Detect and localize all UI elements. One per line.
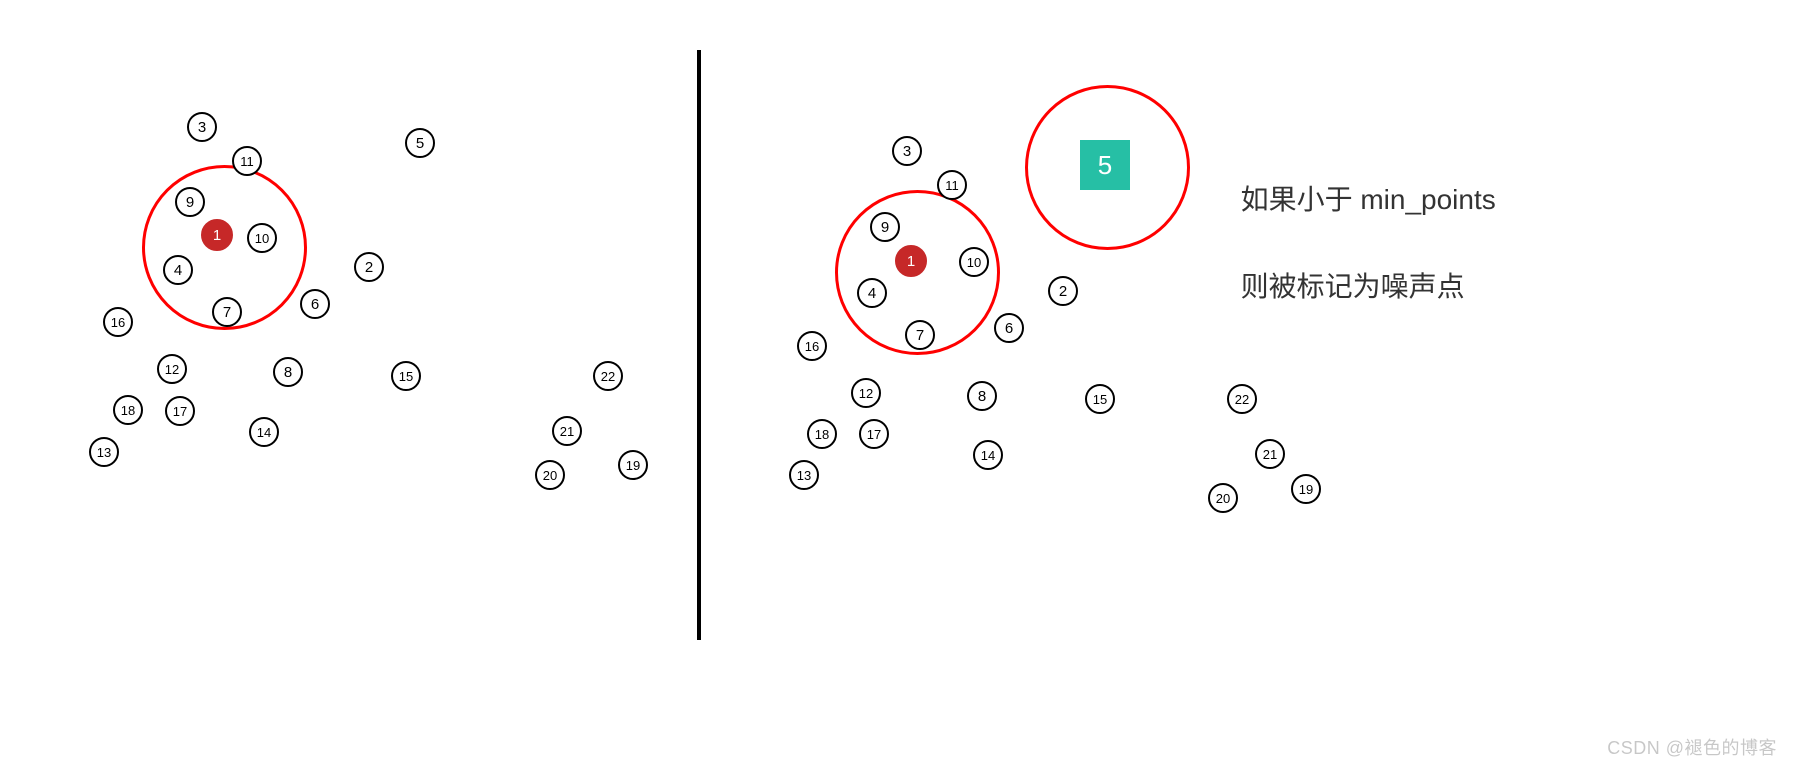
right_panel-node-label-17: 17	[867, 428, 881, 441]
annotation-line-2: 则被标记为噪声点	[1241, 271, 1465, 302]
left-core-node-1: 1	[201, 219, 233, 251]
annotation-line-1: 如果小于 min_points	[1241, 184, 1496, 215]
left_panel-node-label-3: 3	[198, 120, 206, 135]
right_panel-node-label-9: 9	[881, 220, 889, 235]
right_panel-node-21: 21	[1255, 439, 1285, 469]
right_panel-node-label-8: 8	[978, 389, 986, 404]
left_panel-node-2: 2	[354, 252, 384, 282]
left_panel-node-label-21: 21	[560, 425, 574, 438]
right_panel-node-label-21: 21	[1263, 448, 1277, 461]
left_panel-node-label-13: 13	[97, 446, 111, 459]
left_panel-node-label-10: 10	[255, 232, 269, 245]
right_panel-node-label-7: 7	[916, 328, 924, 343]
right_panel-node-13: 13	[789, 460, 819, 490]
left_panel-node-15: 15	[391, 361, 421, 391]
left_panel-node-label-4: 4	[174, 263, 182, 278]
left_panel-node-17: 17	[165, 396, 195, 426]
right_panel-node-4: 4	[857, 278, 887, 308]
right_panel-node-8: 8	[967, 381, 997, 411]
right_panel-node-6: 6	[994, 313, 1024, 343]
left_panel-node-9: 9	[175, 187, 205, 217]
right_panel-node-label-13: 13	[797, 469, 811, 482]
left_panel-node-label-22: 22	[601, 370, 615, 383]
right_panel-node-label-19: 19	[1299, 483, 1313, 496]
noise-point-box: 5	[1080, 140, 1130, 190]
left_panel-node-label-2: 2	[365, 260, 373, 275]
left_panel-node-20: 20	[535, 460, 565, 490]
left_panel-node-13: 13	[89, 437, 119, 467]
left_panel-node-22: 22	[593, 361, 623, 391]
right_panel-node-label-10: 10	[967, 256, 981, 269]
right-core-node-1: 1	[895, 245, 927, 277]
left_panel-node-8: 8	[273, 357, 303, 387]
right-panel: 51311910472616128151718141322212019	[700, 0, 1795, 772]
right_panel-node-3: 3	[892, 136, 922, 166]
right_panel-node-19: 19	[1291, 474, 1321, 504]
left_panel-node-16: 16	[103, 307, 133, 337]
right_panel-node-label-15: 15	[1093, 393, 1107, 406]
right_panel-node-9: 9	[870, 212, 900, 242]
right_panel-node-12: 12	[851, 378, 881, 408]
right_panel-node-22: 22	[1227, 384, 1257, 414]
right_panel-node-11: 11	[937, 170, 967, 200]
right_panel-node-20: 20	[1208, 483, 1238, 513]
right_panel-node-label-14: 14	[981, 449, 995, 462]
left_panel-node-11: 11	[232, 146, 262, 176]
right_panel-node-label-20: 20	[1216, 492, 1230, 505]
right_panel-node-label-12: 12	[859, 387, 873, 400]
left_panel-node-label-11: 11	[240, 155, 254, 168]
left_panel-node-3: 3	[187, 112, 217, 142]
left_panel-node-label-17: 17	[173, 405, 187, 418]
left_panel-node-14: 14	[249, 417, 279, 447]
noise-point-label: 5	[1098, 150, 1112, 181]
right_panel-node-label-18: 18	[815, 428, 829, 441]
left_panel-node-label-9: 9	[186, 195, 194, 210]
right_panel-node-label-11: 11	[945, 179, 959, 192]
left_panel-node-label-16: 16	[111, 316, 125, 329]
left_panel-node-18: 18	[113, 395, 143, 425]
right_panel-node-17: 17	[859, 419, 889, 449]
right_panel-node-14: 14	[973, 440, 1003, 470]
right_panel-node-label-22: 22	[1235, 393, 1249, 406]
annotation-text: 如果小于 min_points 则被标记为噪声点	[1225, 135, 1496, 309]
right_panel-node-label-2: 2	[1059, 284, 1067, 299]
left_panel-node-12: 12	[157, 354, 187, 384]
left_panel-node-label-18: 18	[121, 404, 135, 417]
left_panel-node-label-12: 12	[165, 363, 179, 376]
left_panel-node-4: 4	[163, 255, 193, 285]
left-core-label: 1	[213, 228, 221, 243]
right_panel-node-label-3: 3	[903, 144, 911, 159]
left_panel-node-label-5: 5	[416, 136, 424, 151]
right-core-label: 1	[907, 254, 915, 269]
left_panel-node-label-14: 14	[257, 426, 271, 439]
right_panel-node-15: 15	[1085, 384, 1115, 414]
right_panel-node-7: 7	[905, 320, 935, 350]
left_panel-node-label-20: 20	[543, 469, 557, 482]
right_panel-node-18: 18	[807, 419, 837, 449]
right_panel-node-16: 16	[797, 331, 827, 361]
left_panel-node-label-7: 7	[223, 305, 231, 320]
left_panel-node-label-19: 19	[626, 459, 640, 472]
left_panel-node-5: 5	[405, 128, 435, 158]
right_panel-node-2: 2	[1048, 276, 1078, 306]
left_panel-node-label-8: 8	[284, 365, 292, 380]
left_panel-node-19: 19	[618, 450, 648, 480]
left_panel-node-7: 7	[212, 297, 242, 327]
left-panel: 13115910472616128151718141322212019	[0, 0, 697, 772]
left_panel-node-label-15: 15	[399, 370, 413, 383]
right_panel-node-label-6: 6	[1005, 321, 1013, 336]
left_panel-node-label-6: 6	[311, 297, 319, 312]
left_panel-node-6: 6	[300, 289, 330, 319]
watermark: CSDN @褪色的博客	[1607, 734, 1777, 760]
left_panel-node-21: 21	[552, 416, 582, 446]
right_panel-node-label-4: 4	[868, 286, 876, 301]
right_panel-node-label-16: 16	[805, 340, 819, 353]
right_panel-node-10: 10	[959, 247, 989, 277]
left_panel-node-10: 10	[247, 223, 277, 253]
